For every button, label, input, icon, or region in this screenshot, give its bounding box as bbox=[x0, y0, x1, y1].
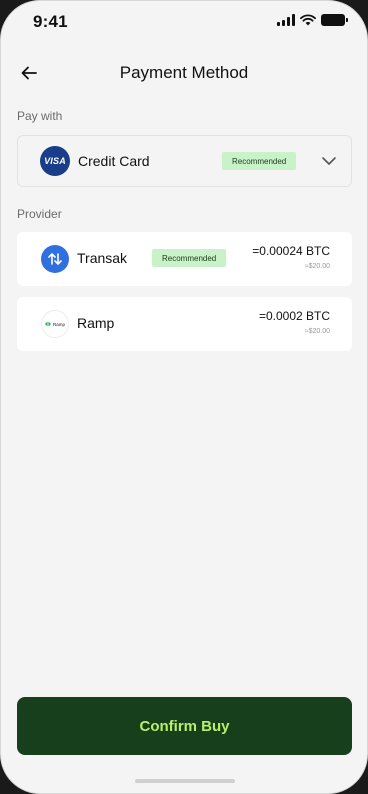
provider-name: Ramp bbox=[77, 315, 115, 331]
payment-method-selector[interactable]: VISA Credit Card Recommended bbox=[17, 135, 352, 187]
provider-amount: =0.00024 BTC bbox=[252, 244, 330, 258]
wifi-icon bbox=[300, 14, 316, 26]
payment-method-name: Credit Card bbox=[78, 153, 150, 169]
provider-name: Transak bbox=[77, 250, 128, 266]
status-bar: 9:41 bbox=[1, 1, 367, 45]
ramp-logo-text: Ramp bbox=[53, 322, 66, 327]
provider-option-ramp[interactable]: Ramp Ramp =0.0002 BTC ≈$20.00 bbox=[17, 297, 352, 351]
cellular-signal-icon bbox=[277, 14, 295, 26]
provider-option-transak[interactable]: Transak Recommended =0.00024 BTC ≈$20.00 bbox=[17, 232, 352, 286]
recommended-badge: Recommended bbox=[222, 152, 297, 170]
provider-fiat-value: ≈$20.00 bbox=[304, 328, 330, 335]
status-icons bbox=[277, 14, 348, 26]
confirm-buy-button[interactable]: Confirm Buy bbox=[17, 697, 352, 755]
phone-screen: 9:41 Payment Method Pay with VISA Credit… bbox=[0, 0, 368, 794]
provider-fiat-value: ≈$20.00 bbox=[304, 263, 330, 270]
provider-label: Provider bbox=[17, 207, 62, 221]
transak-logo-icon bbox=[41, 245, 69, 273]
provider-amount: =0.0002 BTC bbox=[258, 309, 330, 323]
ramp-logo-icon: Ramp bbox=[41, 310, 69, 338]
recommended-badge: Recommended bbox=[152, 249, 227, 267]
page-title: Payment Method bbox=[119, 63, 249, 82]
pay-with-label: Pay with bbox=[17, 109, 63, 123]
battery-icon bbox=[321, 14, 348, 26]
visa-logo: VISA bbox=[40, 146, 70, 176]
header: Payment Method bbox=[1, 53, 367, 93]
status-time: 9:41 bbox=[33, 12, 68, 31]
chevron-down-icon[interactable] bbox=[321, 153, 337, 169]
home-indicator bbox=[135, 779, 235, 783]
